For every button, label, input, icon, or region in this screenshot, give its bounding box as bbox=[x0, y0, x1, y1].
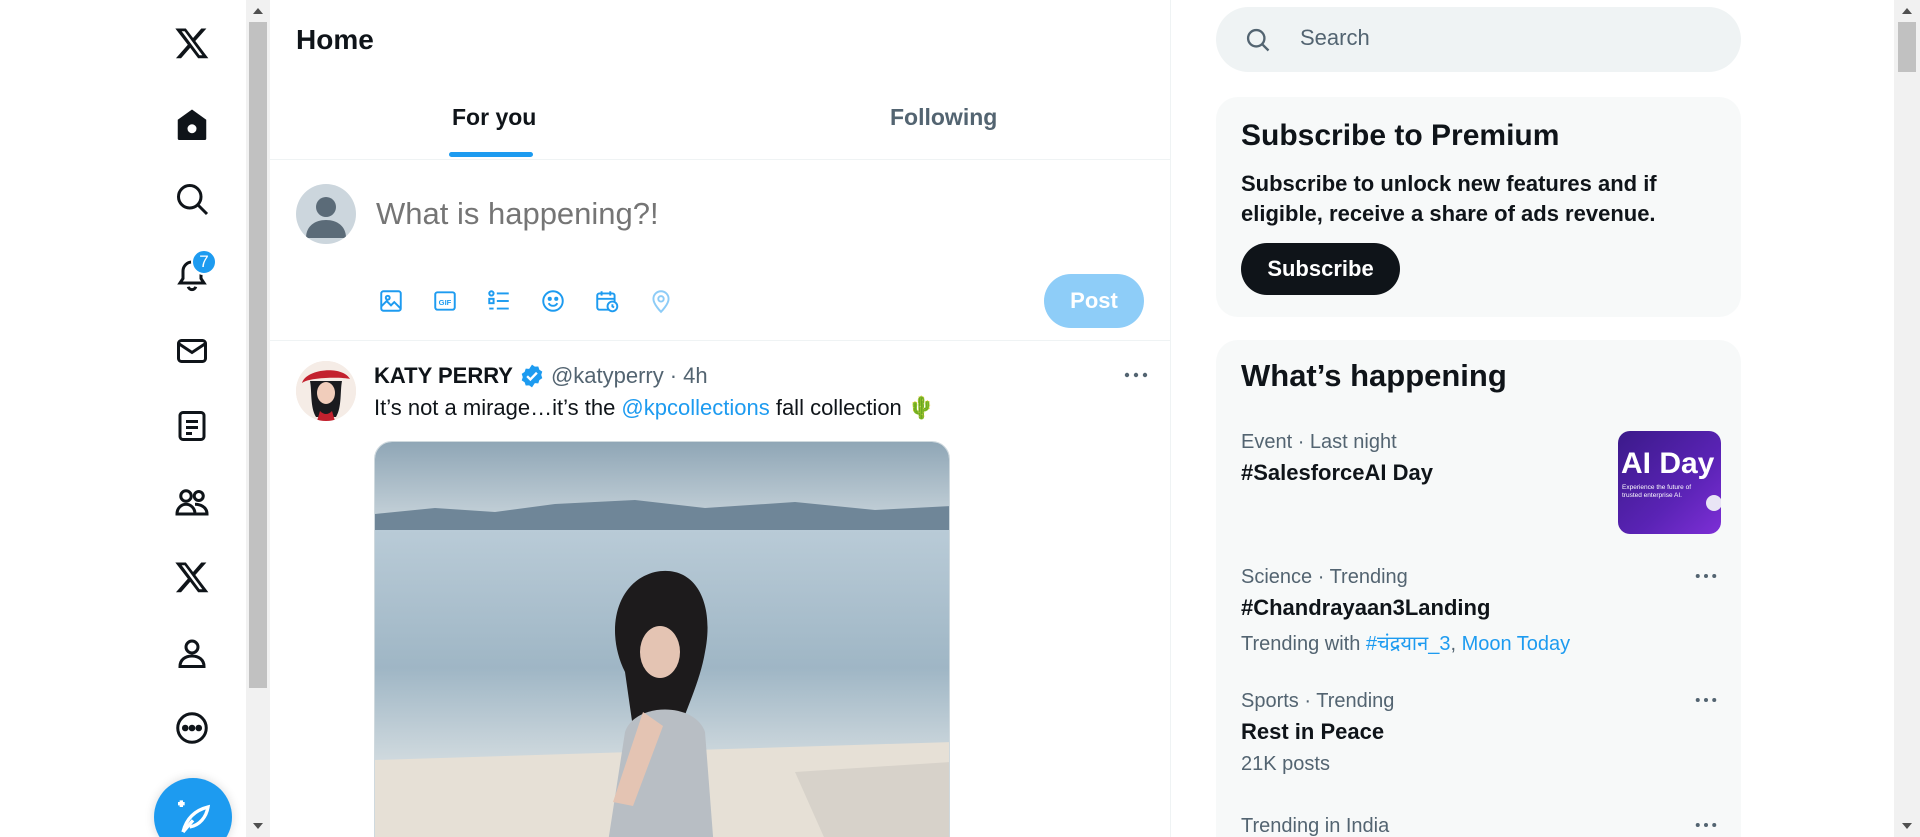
x-logo-icon[interactable] bbox=[166, 17, 218, 69]
trend-meta: Sports · Trending bbox=[1241, 690, 1395, 712]
avatar[interactable] bbox=[296, 361, 356, 421]
premium-icon[interactable] bbox=[166, 551, 218, 603]
profile-icon[interactable] bbox=[166, 627, 218, 679]
trend-name: #Chandrayaan3Landing bbox=[1241, 595, 1491, 620]
scroll-up-arrow-icon[interactable] bbox=[253, 8, 263, 14]
home-icon[interactable] bbox=[166, 99, 218, 151]
explore-icon[interactable] bbox=[166, 173, 218, 225]
compose-input[interactable] bbox=[376, 196, 1076, 232]
gif-icon[interactable]: GIF bbox=[430, 286, 460, 316]
scroll-up-arrow-icon[interactable] bbox=[1902, 8, 1912, 14]
premium-card: Subscribe to Premium Subscribe to unlock… bbox=[1216, 97, 1741, 317]
scrollbar-thumb[interactable] bbox=[249, 22, 267, 688]
post-button[interactable]: Post bbox=[1044, 274, 1144, 328]
event-thumbnail[interactable]: AI Day Experience the future of trusted … bbox=[1618, 431, 1721, 534]
trend-item[interactable]: Sports · Trending Rest in Peace 21K post… bbox=[1241, 690, 1721, 776]
trend-item[interactable]: Science · Trending #Chandrayaan3Landing … bbox=[1241, 566, 1721, 656]
trend-meta: Trending in India bbox=[1241, 815, 1390, 837]
more-options-icon[interactable] bbox=[1691, 815, 1721, 835]
search-icon bbox=[1246, 28, 1270, 52]
compose-post-button[interactable] bbox=[154, 778, 232, 837]
more-options-icon[interactable] bbox=[1691, 566, 1721, 586]
trends-card: What’s happening Event · Last night #Sal… bbox=[1216, 340, 1741, 837]
svg-text:Experience the future of: Experience the future of bbox=[1622, 484, 1691, 491]
scroll-down-arrow-icon[interactable] bbox=[253, 823, 263, 829]
feather-icon bbox=[178, 800, 211, 834]
trend-post-count: 21K posts bbox=[1241, 753, 1330, 775]
main-timeline: Home For you Following GIF Post bbox=[270, 0, 1171, 837]
author-name[interactable]: KATY PERRY bbox=[374, 363, 513, 389]
trend-subtext: Trending with #चंद्रयान_3, Moon Today bbox=[1241, 633, 1571, 655]
tweet-image[interactable] bbox=[374, 441, 950, 837]
schedule-icon[interactable] bbox=[592, 286, 622, 316]
trend-meta: Science · Trending bbox=[1241, 566, 1408, 588]
more-icon[interactable] bbox=[166, 702, 218, 754]
more-options-icon[interactable] bbox=[1118, 362, 1154, 388]
separator: · bbox=[669, 363, 678, 388]
premium-title: Subscribe to Premium bbox=[1241, 119, 1560, 152]
notification-badge: 7 bbox=[191, 249, 217, 275]
tab-following[interactable]: Following bbox=[890, 104, 997, 131]
trend-item[interactable]: Event · Last night #SalesforceAI Day AI … bbox=[1241, 431, 1721, 541]
poll-icon[interactable] bbox=[484, 286, 514, 316]
location-icon[interactable] bbox=[646, 286, 676, 316]
search-bar[interactable] bbox=[1216, 7, 1741, 72]
verified-badge-icon[interactable] bbox=[519, 363, 545, 389]
divider bbox=[270, 159, 1170, 160]
search-input[interactable] bbox=[1300, 25, 1700, 51]
subscribe-button[interactable]: Subscribe bbox=[1241, 243, 1400, 295]
mention-link[interactable]: @kpcollections bbox=[621, 395, 769, 420]
author-handle[interactable]: @katyperry bbox=[551, 363, 664, 389]
svg-text:GIF: GIF bbox=[439, 298, 452, 307]
trend-name: Rest in Peace bbox=[1241, 719, 1385, 744]
trend-related-link[interactable]: #चंद्रयान_3 bbox=[1366, 633, 1451, 655]
messages-icon[interactable] bbox=[166, 325, 218, 377]
emoji-icon[interactable] bbox=[538, 286, 568, 316]
default-avatar-icon bbox=[306, 197, 346, 238]
left-sidebar: 7 bbox=[0, 0, 246, 837]
page-scrollbar[interactable] bbox=[1894, 0, 1920, 837]
trend-item[interactable]: Trending in India bbox=[1241, 815, 1721, 837]
trending-with-label: Trending with bbox=[1241, 633, 1366, 655]
avatar[interactable] bbox=[296, 184, 356, 244]
trends-title: What’s happening bbox=[1241, 358, 1507, 393]
sidebar-scrollbar[interactable] bbox=[246, 0, 270, 837]
tweet-text: It’s not a mirage…it’s the @kpcollection… bbox=[374, 395, 935, 421]
scrollbar-thumb[interactable] bbox=[1898, 22, 1916, 72]
divider bbox=[270, 340, 1170, 341]
trend-related-link[interactable]: Moon Today bbox=[1462, 633, 1571, 655]
premium-description: Subscribe to unlock new features and if … bbox=[1241, 171, 1657, 226]
svg-text:trusted enterprise AI.: trusted enterprise AI. bbox=[1622, 492, 1682, 499]
tab-for-you[interactable]: For you bbox=[452, 104, 536, 131]
scroll-down-arrow-icon[interactable] bbox=[1902, 823, 1912, 829]
event-thumbnail-title: AI Day bbox=[1621, 447, 1715, 480]
tweet-header: KATY PERRY @katyperry · 4h bbox=[374, 363, 708, 389]
communities-icon[interactable] bbox=[166, 476, 218, 528]
active-tab-indicator bbox=[449, 152, 533, 157]
tweet-text-part: fall collection 🌵 bbox=[769, 395, 936, 420]
tweet-text-part: It’s not a mirage…it’s the bbox=[374, 395, 622, 420]
lists-icon[interactable] bbox=[166, 400, 218, 452]
timestamp[interactable]: 4h bbox=[683, 363, 707, 389]
page-title: Home bbox=[296, 24, 374, 55]
media-icon[interactable] bbox=[376, 286, 406, 316]
more-options-icon[interactable] bbox=[1691, 690, 1721, 710]
